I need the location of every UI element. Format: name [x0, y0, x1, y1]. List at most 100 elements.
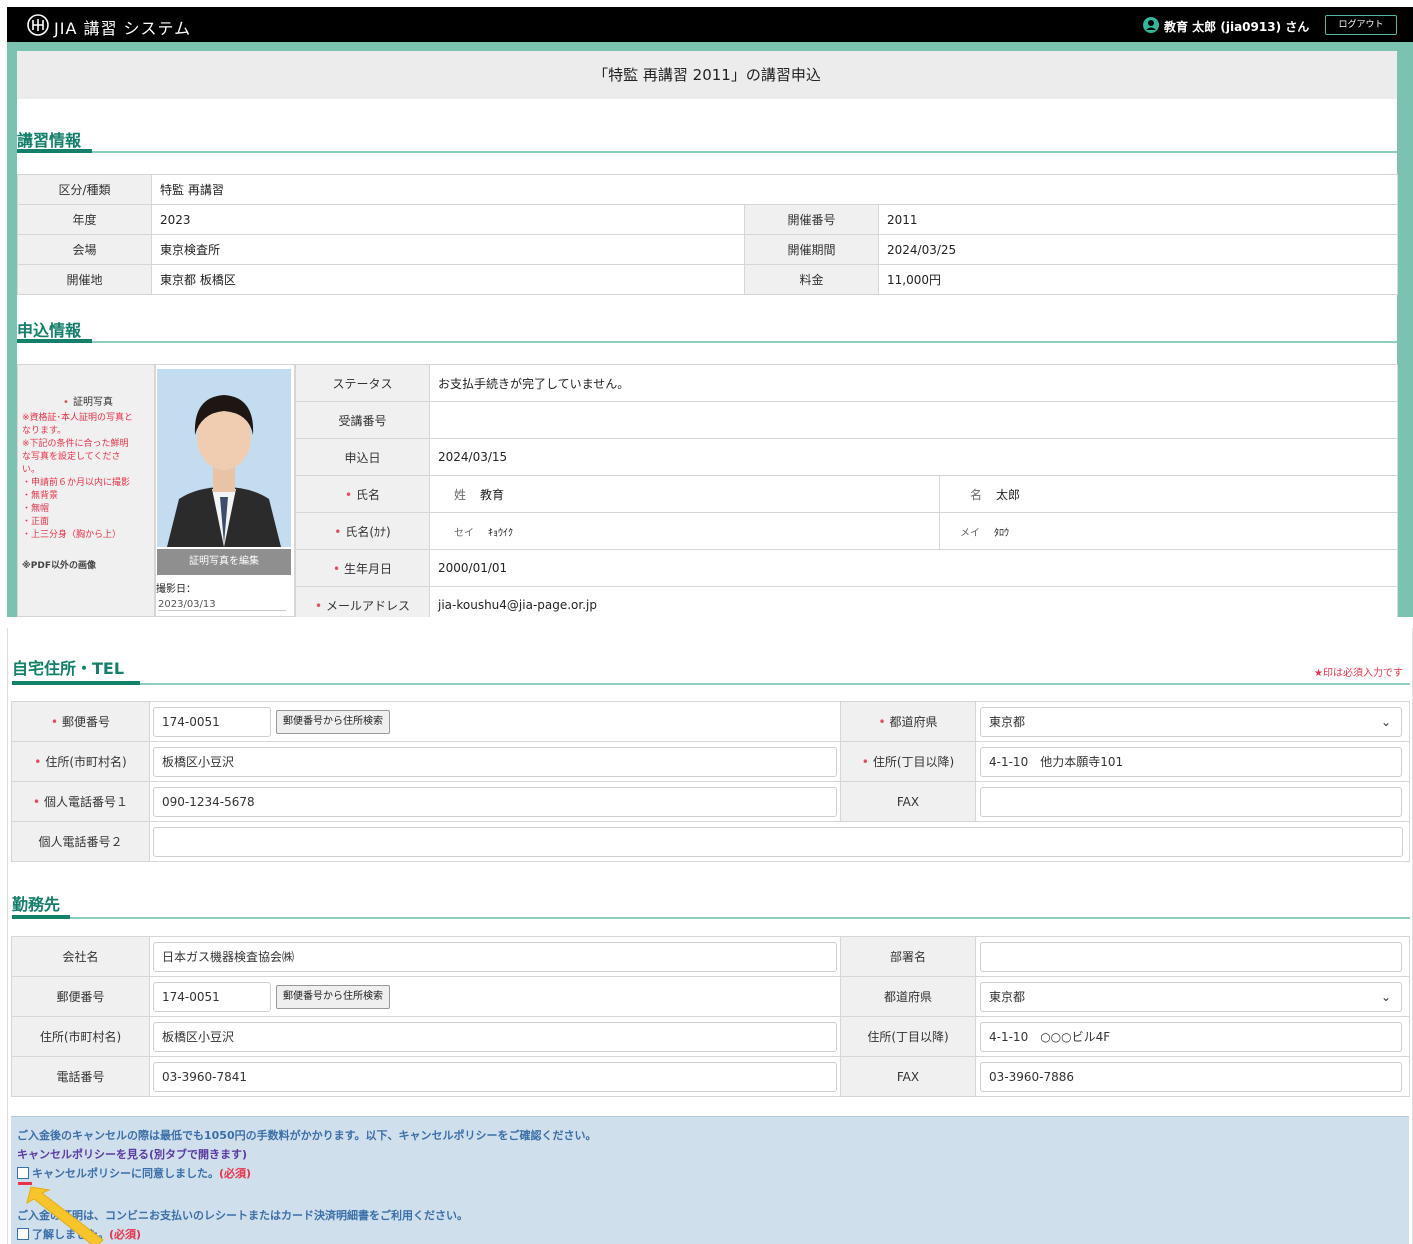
photo-date: 2023/03/13 — [158, 599, 286, 611]
home-postal-input[interactable]: 174-0051 — [153, 707, 271, 737]
department-input[interactable] — [980, 942, 1402, 972]
table-label: • 郵便番号 — [11, 701, 150, 742]
table-label: 電話番号 — [11, 1056, 150, 1097]
logout-button[interactable]: ログアウト — [1325, 15, 1397, 35]
work-address-table: 会社名 日本ガス機器検査協会㈱ 部署名 郵便番号 174-0051 郵便番号から… — [11, 936, 1410, 1097]
id-photo — [157, 369, 291, 547]
home-street-input[interactable]: 4-1-10 他力本願寺101 — [980, 747, 1402, 777]
work-postal-search-button[interactable]: 郵便番号から住所検索 — [276, 985, 390, 1009]
cancel-policy-panel: ご入金後のキャンセルの際は最低でも1050円の手数料がかかります。以下、キャンセ… — [11, 1116, 1409, 1244]
table-label: FAX — [840, 1056, 976, 1097]
work-postal-cell: 174-0051 郵便番号から住所検索 — [149, 976, 841, 1017]
cancel-policy-link[interactable]: キャンセルポリシーを見る(別タブで開きます) — [17, 1146, 247, 1162]
table-label: 部署名 — [840, 936, 976, 977]
bottom-screenshot: 自宅住所・TEL ★印は必須入力です • 郵便番号 174-0051 郵便番号から… — [7, 628, 1413, 1244]
photo-date-label: 撮影日： — [156, 584, 196, 595]
home-prefecture-select[interactable]: 東京都 ⌄ — [980, 707, 1402, 737]
work-section-heading: 勤務先 — [12, 895, 61, 914]
table-label: • 氏名 — [295, 475, 430, 513]
table-row: 郵便番号 174-0051 郵便番号から住所検索 都道府県 東京都 ⌄ — [11, 976, 1410, 1017]
table-value: 東京検査所 — [151, 234, 745, 265]
work-tel-input[interactable]: 03-3960-7841 — [153, 1062, 837, 1092]
table-label: • 住所(丁目以降) — [840, 741, 976, 782]
table-row: 受講番号 — [295, 401, 1399, 439]
company-input[interactable]: 日本ガス機器検査協会㈱ — [153, 942, 837, 972]
cancel-policy-text: ご入金後のキャンセルの際は最低でも1050円の手数料がかかります。以下、キャンセ… — [17, 1129, 597, 1142]
work-pref-cell: 東京都 ⌄ — [975, 976, 1410, 1017]
table-row: 年度 2023 開催番号 2011 — [17, 204, 1399, 235]
app-title: JIA 講習 システム — [54, 19, 192, 38]
table-row: 会場 東京検査所 開催期間 2024/03/25 — [17, 234, 1399, 265]
table-label: • メールアドレス — [295, 586, 430, 617]
table-row: 住所(市町村名) 板橋区小豆沢 住所(丁目以降) 4-1-10 ○○○ビル4F — [11, 1016, 1410, 1057]
work-street-cell: 4-1-10 ○○○ビル4F — [975, 1016, 1410, 1057]
last-name-value: 姓教育 — [429, 475, 940, 513]
work-street-input[interactable]: 4-1-10 ○○○ビル4F — [980, 1022, 1402, 1052]
home-postal-search-button[interactable]: 郵便番号から住所検索 — [276, 710, 390, 734]
first-name-value: 名太郎 — [938, 475, 1399, 513]
work-tel-cell: 03-3960-7841 — [149, 1056, 841, 1097]
home-fax-input[interactable] — [980, 787, 1402, 817]
chevron-down-icon: ⌄ — [1380, 715, 1391, 729]
table-label: 住所(市町村名) — [11, 1016, 150, 1057]
agree-policy-checkbox[interactable] — [17, 1167, 29, 1179]
table-row: ステータス お支払手続きが完了していません。 — [295, 364, 1399, 402]
application-info-table: ステータス お支払手続きが完了していません。 受講番号 申込日 2024/03/… — [295, 364, 1399, 617]
user-icon — [1143, 17, 1159, 33]
home-tel1-input[interactable]: 090-1234-5678 — [153, 787, 837, 817]
table-value: 特監 再講習 — [150, 174, 1399, 205]
email-value: jia-koushu4@jia-page.or.jp — [428, 586, 1399, 617]
fax-cell — [975, 781, 1410, 822]
work-fax-input[interactable]: 03-3960-7886 — [980, 1062, 1402, 1092]
table-row: 区分/種類 特監 再講習 — [17, 174, 1399, 205]
postal-cell: 174-0051 郵便番号から住所検索 — [149, 701, 841, 742]
apply-date-value: 2024/03/15 — [428, 438, 1399, 476]
chevron-down-icon: ⌄ — [1380, 990, 1391, 1004]
table-value: 11,000円 — [877, 264, 1399, 295]
work-postal-input[interactable]: 174-0051 — [153, 982, 271, 1012]
table-value: 東京都 板橋区 — [151, 264, 745, 295]
table-value: 2024/03/25 — [877, 234, 1399, 265]
table-label: 都道府県 — [840, 976, 976, 1017]
birth-date-value: 2000/01/01 — [428, 549, 1399, 587]
required-note: ★印は必須入力です — [1314, 668, 1403, 679]
work-fax-cell: 03-3960-7886 — [975, 1056, 1410, 1097]
table-label: 年度 — [17, 204, 152, 235]
table-label: 開催番号 — [744, 204, 879, 235]
company-cell: 日本ガス機器検査協会㈱ — [149, 936, 841, 977]
table-row: • 郵便番号 174-0051 郵便番号から住所検索 • 都道府県 東京都 ⌄ — [11, 701, 1410, 742]
last-name-kana-value: セイ ｷｮｳｲｸ — [429, 512, 940, 550]
table-row: • メールアドレス jia-koushu4@jia-page.or.jp — [295, 586, 1399, 617]
tel2-cell — [149, 821, 1410, 862]
photo-cell: 証明写真を編集 撮影日： 2023/03/13 — [155, 364, 295, 617]
table-label: • 個人電話番号１ — [11, 781, 150, 822]
table-label: 会場 — [17, 234, 152, 265]
table-label: 個人電話番号２ — [11, 821, 150, 862]
work-city-input[interactable]: 板橋区小豆沢 — [153, 1022, 837, 1052]
table-label: • 生年月日 — [295, 549, 430, 587]
app-header: JIA 講習 システム 教育 太郎 (jia0913) さん ログアウト — [7, 7, 1413, 42]
course-info-table: 区分/種類 特監 再講習 年度 2023 開催番号 2011 会場 東京検査所 … — [17, 174, 1399, 295]
edit-photo-button[interactable]: 証明写真を編集 — [157, 549, 291, 575]
table-label: 区分/種類 — [17, 174, 152, 205]
table-row: • 生年月日 2000/01/01 — [295, 549, 1399, 587]
work-prefecture-select[interactable]: 東京都 ⌄ — [980, 982, 1402, 1012]
exam-number-value — [428, 401, 1399, 439]
table-row: • 住所(市町村名) 板橋区小豆沢 • 住所(丁目以降) 4-1-10 他力本願寺1… — [11, 741, 1410, 782]
main-sheet: 「特監 再講習 2011」の講習申込 講習情報 区分/種類 特監 再講習 年度 … — [17, 51, 1399, 617]
application-section-underline — [17, 339, 1397, 343]
table-row: 申込日 2024/03/15 — [295, 438, 1399, 476]
status-value: お支払手続きが完了していません。 — [428, 364, 1399, 402]
table-label: FAX — [840, 781, 976, 822]
table-label: • 氏名(ｶﾅ) — [295, 512, 430, 550]
agree-policy-checkbox-row[interactable]: キャンセルポリシーに同意しました。(必須) — [17, 1165, 251, 1181]
photo-requirements-note: • 証明写真 ※資格証･本人証明の写真と なります。 ※下記の条件に合った鮮明 な… — [17, 364, 155, 617]
work-section-underline — [12, 915, 1410, 919]
home-section-underline — [12, 681, 1410, 685]
course-section-heading: 講習情報 — [17, 131, 82, 150]
home-tel2-input[interactable] — [153, 827, 1403, 857]
pref-cell: 東京都 ⌄ — [975, 701, 1410, 742]
home-section-heading: 自宅住所・TEL — [12, 659, 125, 678]
photo-note-title: • 証明写真 — [63, 397, 113, 408]
home-city-input[interactable]: 板橋区小豆沢 — [153, 747, 837, 777]
